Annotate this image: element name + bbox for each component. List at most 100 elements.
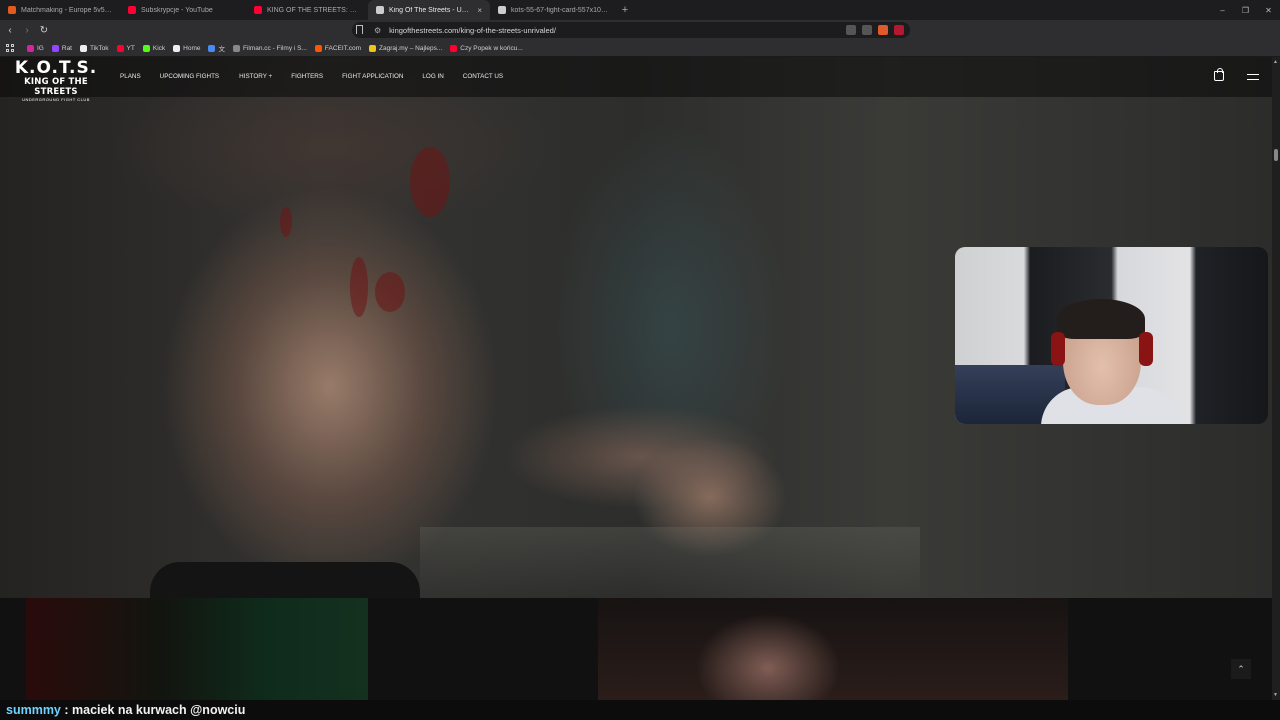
bookmark-label: Zagraj.my – Najleps...: [379, 44, 443, 52]
tab-youtube-subscriptions[interactable]: Subskrypcje - YouTube: [120, 0, 246, 20]
bookmark-label: YT: [126, 44, 135, 52]
webcam-overlay: [955, 247, 1268, 424]
address-bar[interactable]: ⚙ kingofthestreets.com/king-of-the-stree…: [352, 22, 910, 38]
bookmark-label: IG: [37, 44, 44, 52]
bookmark-filman[interactable]: Filman.cc - Filmy i S...: [232, 44, 307, 52]
chat-username: summmy: [6, 703, 61, 717]
restore-icon[interactable]: ❐: [1234, 0, 1257, 20]
translate-icon[interactable]: [846, 25, 856, 35]
kots-logo[interactable]: K.O.T.S. KING OF THE STREETS UNDERGROUND…: [10, 58, 102, 103]
nav-fight-application[interactable]: FIGHT APPLICATION: [342, 73, 403, 80]
scroll-to-top-button[interactable]: ⌃: [1231, 659, 1251, 679]
new-tab-button[interactable]: +: [616, 4, 634, 16]
brave-shields-icon[interactable]: [878, 25, 888, 35]
nav-contact-us[interactable]: CONTACT US: [463, 73, 503, 80]
kots-favicon-icon: [498, 6, 506, 14]
blood-spot: [280, 207, 292, 237]
youtube-favicon-icon: [254, 6, 262, 14]
nav-history[interactable]: HISTORY +: [239, 73, 272, 80]
bookmarks-bar: IG Rat TikTok YT Kick Home 文 Filman.cc -…: [0, 40, 1280, 57]
tab-fight-card-image[interactable]: kots-55-67-fight-card-557x1024.jpg: [490, 0, 616, 20]
kots-favicon-icon: [376, 6, 384, 14]
tab-label: Matchmaking - Europe 5v5 Queue -: [21, 6, 112, 14]
fight-cards-row: [0, 598, 1272, 700]
tab-label: King Of The Streets - Unrivaled: [389, 6, 472, 14]
twitch-icon: [51, 44, 59, 52]
page-scrollbar[interactable]: ▲ ▼: [1272, 57, 1280, 700]
tab-close-icon[interactable]: ×: [477, 6, 482, 15]
nav-fighters[interactable]: FIGHTERS: [291, 73, 323, 80]
scroll-up-arrow-icon[interactable]: ▲: [1273, 59, 1278, 65]
logo-acronym: K.O.T.S.: [14, 58, 98, 78]
x-icon: [173, 44, 181, 52]
brave-rewards-icon[interactable]: [894, 25, 904, 35]
bookmark-icon[interactable]: [356, 25, 363, 34]
blood-spot: [375, 272, 405, 312]
bookmark-ig[interactable]: IG: [27, 44, 44, 52]
faceit-favicon-icon: [8, 6, 16, 14]
bookmark-label: 文: [218, 46, 225, 53]
stream-chat-message: summmy : maciek na kurwach @nowciu: [0, 700, 1280, 720]
main-nav: PLANS UPCOMING FIGHTS HISTORY + FIGHTERS…: [120, 73, 503, 80]
nav-plans[interactable]: PLANS: [120, 73, 141, 80]
omnibox-actions: [846, 25, 904, 35]
scrollbar-thumb[interactable]: [1274, 149, 1278, 161]
back-icon[interactable]: ‹: [3, 23, 17, 37]
headphones-icon: [1139, 332, 1153, 366]
youtube-icon: [116, 44, 124, 52]
share-icon[interactable]: [862, 25, 872, 35]
bookmark-translate[interactable]: 文: [208, 43, 225, 53]
instagram-icon: [27, 44, 34, 52]
webcam-streamer-hair: [1057, 299, 1145, 339]
close-window-icon[interactable]: ✕: [1257, 0, 1280, 20]
tab-label: KING OF THE STREETS: SICKO MODE: [267, 6, 360, 14]
bookmark-label: Kick: [152, 44, 166, 52]
tiktok-icon: [80, 44, 87, 52]
translate-icon: [208, 44, 216, 52]
bookmark-tiktok[interactable]: TikTok: [80, 44, 109, 52]
bookmark-home[interactable]: Home: [173, 44, 201, 52]
globe-icon: [232, 44, 240, 52]
nav-upcoming-fights[interactable]: UPCOMING FIGHTS: [160, 73, 219, 80]
bookmark-label: Czy Popek w końcu...: [460, 44, 523, 52]
chat-message-text: maciek na kurwach @nowciu: [72, 703, 246, 717]
chat-separator: :: [60, 703, 72, 717]
forward-icon[interactable]: ›: [20, 23, 34, 37]
tab-kots-unrivaled[interactable]: King Of The Streets - Unrivaled ×: [368, 0, 490, 20]
reload-icon[interactable]: ↻: [37, 23, 51, 37]
tab-label: kots-55-67-fight-card-557x1024.jpg: [511, 6, 608, 14]
ring-floor: [420, 527, 920, 597]
tab-matchmaking[interactable]: Matchmaking - Europe 5v5 Queue -: [0, 0, 120, 20]
blood-spot: [410, 147, 450, 217]
fight-card-image[interactable]: [26, 598, 368, 700]
kick-icon: [142, 44, 150, 52]
bookmark-label: Filman.cc - Filmy i S...: [242, 44, 307, 52]
bookmark-popek[interactable]: Czy Popek w końcu...: [450, 44, 523, 52]
headphones-icon: [1051, 332, 1065, 366]
browser-tab-strip: Matchmaking - Europe 5v5 Queue - Subskry…: [0, 0, 1280, 20]
youtube-favicon-icon: [128, 6, 136, 14]
youtube-icon: [450, 44, 458, 52]
faceit-icon: [314, 44, 322, 52]
scroll-down-arrow-icon[interactable]: ▼: [1273, 692, 1278, 698]
site-header: K.O.T.S. KING OF THE STREETS UNDERGROUND…: [0, 57, 1272, 103]
bookmark-faceit[interactable]: FACEIT.com: [314, 44, 362, 52]
bookmark-kick[interactable]: Kick: [142, 44, 166, 52]
browser-toolbar: ‹ › ↻ ⚙ kingofthestreets.com/king-of-the…: [0, 20, 1280, 54]
fight-card-image[interactable]: [598, 598, 1068, 700]
hamburger-menu-icon[interactable]: [1247, 74, 1259, 80]
site-info-icon[interactable]: ⚙: [374, 26, 381, 35]
bookmark-zagraj[interactable]: Zagraj.my – Najleps...: [369, 44, 443, 52]
window-controls: – ❐ ✕: [1211, 0, 1280, 20]
bookmark-label: Home: [183, 44, 201, 52]
bookmark-rat[interactable]: Rat: [51, 44, 72, 52]
bookmark-label: FACEIT.com: [324, 44, 362, 52]
url-text[interactable]: kingofthestreets.com/king-of-the-streets…: [389, 26, 556, 35]
game-icon: [369, 44, 377, 52]
apps-grid-icon[interactable]: [6, 43, 15, 53]
tab-kots-sicko-mode[interactable]: KING OF THE STREETS: SICKO MODE: [246, 0, 368, 20]
nav-log-in[interactable]: LOG IN: [422, 73, 443, 80]
bookmark-yt[interactable]: YT: [116, 44, 135, 52]
minimize-icon[interactable]: –: [1211, 0, 1234, 20]
shopping-bag-icon[interactable]: [1214, 68, 1224, 81]
